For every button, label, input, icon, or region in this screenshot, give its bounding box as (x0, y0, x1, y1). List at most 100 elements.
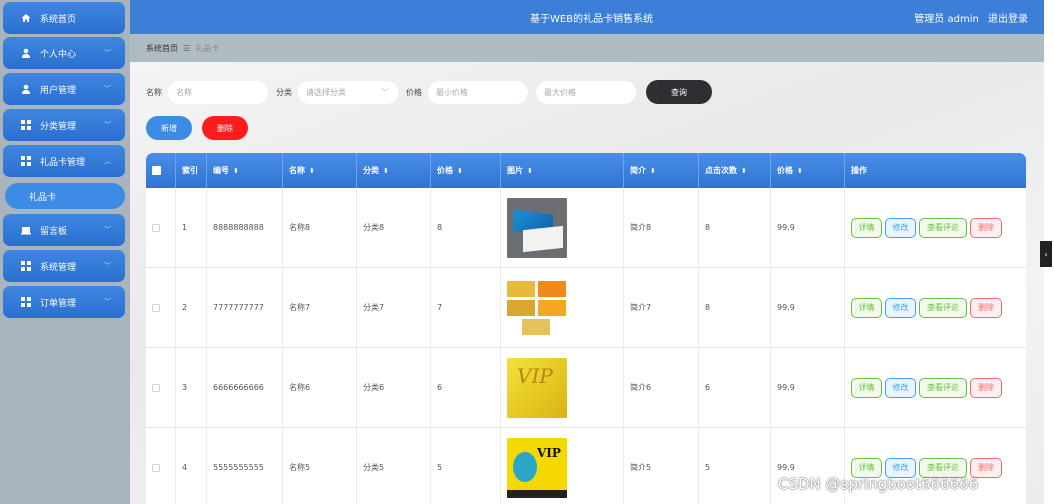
cell-price2: 99.9 (771, 348, 845, 427)
chevron-down-icon: ﹀ (381, 87, 389, 97)
sort-icon: ⬍ (383, 166, 389, 175)
sidebar-item-home[interactable]: 系统首页 (3, 2, 125, 34)
collapse-panel-tab[interactable]: ‹ (1040, 241, 1052, 267)
row-checkbox-cell (146, 188, 176, 267)
sidebar-subitem-label: 礼品卡 (29, 192, 57, 203)
sort-icon: ⬍ (741, 166, 747, 175)
cell-clicks: 6 (699, 348, 771, 427)
row-checkbox-cell (146, 348, 176, 427)
table-row: 2 7777777777 名称7 分类7 7 简介7 8 99.9 详情 修改 … (146, 268, 1026, 348)
header-checkbox-cell (146, 153, 176, 188)
sort-icon: ⬍ (650, 166, 656, 175)
app-title: 基于WEB的礼品卡销售系统 (530, 14, 654, 25)
chevron-down-icon: ﹀ (104, 121, 111, 129)
delete-button[interactable]: 删除 (970, 297, 1002, 318)
cell-code: 8888888888 (207, 188, 283, 267)
cell-category: 分类7 (357, 268, 431, 347)
col-code[interactable]: 编号 ⬍ (207, 153, 283, 188)
col-category[interactable]: 分类 ⬍ (357, 153, 431, 188)
person-icon (21, 84, 31, 94)
grid-icon (21, 120, 31, 130)
person-icon (21, 48, 31, 58)
cell-price: 7 (431, 268, 501, 347)
category-select[interactable]: 请选择分类 ﹀ (298, 80, 398, 104)
edit-button[interactable]: 修改 (885, 377, 916, 398)
logout-link[interactable]: 退出登录 (988, 14, 1028, 25)
detail-button[interactable]: 详情 (851, 377, 882, 398)
view-comments-button[interactable]: 查看评论 (919, 217, 967, 238)
category-placeholder: 请选择分类 (306, 87, 346, 97)
cell-name: 名称6 (283, 348, 357, 427)
sort-icon: ⬍ (309, 166, 315, 175)
sidebar-item-messageboard[interactable]: 留言板 ﹀ (3, 214, 125, 246)
chevron-down-icon: ﹀ (104, 298, 111, 306)
chevron-down-icon: ﹀ (104, 226, 111, 234)
edit-button[interactable]: 修改 (885, 217, 916, 238)
sidebar-item-label: 系统首页 (40, 14, 77, 25)
sidebar-item-profile[interactable]: 个人中心 ﹀ (3, 37, 125, 69)
col-price2[interactable]: 价格 ⬍ (771, 153, 845, 188)
row-checkbox-cell (146, 428, 176, 504)
top-header: 基于WEB的礼品卡销售系统 管理员 admin 退出登录 (130, 0, 1044, 34)
sidebar-item-label: 礼品卡管理 (40, 157, 86, 168)
sidebar-item-system[interactable]: 系统管理 ﹀ (3, 250, 125, 282)
cell-intro: 简介8 (624, 188, 699, 267)
sort-icon: ⬍ (233, 166, 239, 175)
chevron-down-icon: ﹀ (104, 85, 111, 93)
cell-category: 分类6 (357, 348, 431, 427)
detail-button[interactable]: 详情 (851, 297, 882, 318)
min-price-input[interactable]: 最小价格 (428, 80, 528, 104)
breadcrumb-home[interactable]: 系统首页 (146, 43, 178, 54)
col-clicks[interactable]: 点击次数 ⬍ (699, 153, 771, 188)
sidebar-item-giftcards[interactable]: 礼品卡管理 ︿ (3, 145, 125, 177)
sort-icon: ⬍ (457, 166, 463, 175)
max-price-input[interactable]: 最大价格 (536, 80, 636, 104)
cell-clicks: 8 (699, 188, 771, 267)
col-image[interactable]: 图片 ⬍ (501, 153, 624, 188)
add-button[interactable]: 新增 (146, 116, 192, 140)
sidebar-subitem-giftcard[interactable]: 礼品卡 (5, 183, 125, 209)
grid-icon (21, 156, 31, 166)
sidebar-item-label: 分类管理 (40, 121, 77, 132)
chevron-up-icon: ︿ (104, 157, 111, 165)
delete-button[interactable]: 删除 (970, 377, 1002, 398)
cell-code: 7777777777 (207, 268, 283, 347)
giftcard-thumbnail (507, 197, 567, 258)
sidebar-item-orders[interactable]: 订单管理 ﹀ (3, 286, 125, 318)
row-checkbox[interactable] (152, 303, 160, 312)
cell-operations: 详情 修改 查看评论 删除 (845, 348, 1026, 427)
col-intro[interactable]: 简介 ⬍ (624, 153, 699, 188)
sidebar-item-users[interactable]: 用户管理 ﹀ (3, 73, 125, 105)
breadcrumb-current: 礼品卡 (195, 43, 220, 53)
row-checkbox[interactable] (152, 463, 160, 472)
col-index: 索引 (176, 153, 207, 188)
view-comments-button[interactable]: 查看评论 (919, 377, 967, 398)
cell-index: 1 (176, 188, 207, 267)
cell-name: 名称8 (283, 188, 357, 267)
col-name[interactable]: 名称 ⬍ (283, 153, 357, 188)
row-checkbox[interactable] (152, 383, 160, 392)
name-input[interactable]: 名称 (168, 80, 268, 104)
sidebar-item-categories[interactable]: 分类管理 ﹀ (3, 109, 125, 141)
name-label: 名称 (146, 87, 162, 97)
cell-intro: 简介6 (624, 348, 699, 427)
cell-image: VIP (501, 348, 624, 427)
col-price[interactable]: 价格 ⬍ (431, 153, 501, 188)
table-row: 1 8888888888 名称8 分类8 8 简介8 8 99.9 详情 修改 … (146, 188, 1026, 268)
grid-icon (21, 261, 31, 271)
giftcard-thumbnail (507, 277, 567, 338)
batch-delete-button[interactable]: 删除 (202, 116, 248, 140)
query-button[interactable]: 查询 (646, 80, 712, 104)
sidebar-item-label: 订单管理 (40, 298, 77, 309)
cell-code: 5555555555 (207, 428, 283, 504)
edit-button[interactable]: 修改 (885, 297, 916, 318)
delete-button[interactable]: 删除 (970, 217, 1002, 238)
watermark: CSDN @springboot666666 (778, 475, 979, 493)
sidebar-item-label: 留言板 (40, 226, 68, 237)
main-content: 名称 名称 分类 请选择分类 ﹀ 价格 最小价格 最大价格 查询 新增 删除 索… (130, 62, 1044, 504)
view-comments-button[interactable]: 查看评论 (919, 297, 967, 318)
row-checkbox[interactable] (152, 223, 160, 232)
select-all-checkbox[interactable] (152, 166, 161, 175)
detail-button[interactable]: 详情 (851, 217, 882, 238)
sort-icon: ⬍ (797, 166, 803, 175)
